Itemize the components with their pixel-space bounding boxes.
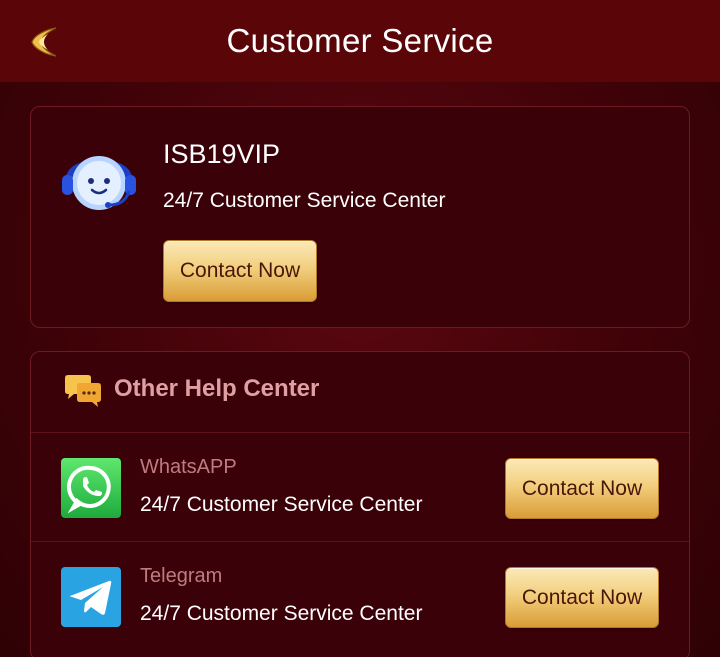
app-subtitle: 24/7 Customer Service Center bbox=[140, 602, 423, 625]
header-bar: Customer Service bbox=[0, 0, 720, 82]
help-item-whatsapp: WhatsAPP 24/7 Customer Service Center Co… bbox=[31, 434, 689, 542]
back-arrow-icon bbox=[31, 27, 57, 57]
help-center-header: Other Help Center bbox=[31, 352, 689, 433]
help-center-card: Other Help Center WhatsAPP 24/7 Customer… bbox=[30, 351, 690, 657]
vip-subtitle: 24/7 Customer Service Center bbox=[163, 189, 446, 212]
telegram-icon bbox=[61, 567, 121, 627]
chat-bubbles-icon bbox=[63, 374, 103, 410]
support-headset-avatar-icon bbox=[59, 139, 139, 219]
app-name: Telegram bbox=[140, 565, 223, 587]
page-title: Customer Service bbox=[226, 22, 494, 59]
help-center-title: Other Help Center bbox=[114, 375, 320, 402]
telegram-contact-button[interactable]: Contact Now bbox=[505, 567, 659, 628]
whatsapp-contact-button[interactable]: Contact Now bbox=[505, 458, 659, 519]
vip-name: ISB19VIP bbox=[163, 139, 281, 169]
vip-service-card: ISB19VIP 24/7 Customer Service Center Co… bbox=[30, 106, 690, 328]
vip-contact-button[interactable]: Contact Now bbox=[163, 240, 317, 302]
back-button[interactable] bbox=[24, 20, 68, 64]
whatsapp-icon bbox=[61, 458, 121, 518]
help-item-telegram: Telegram 24/7 Customer Service Center Co… bbox=[31, 543, 689, 651]
app-name: WhatsAPP bbox=[140, 456, 237, 478]
app-subtitle: 24/7 Customer Service Center bbox=[140, 493, 423, 516]
